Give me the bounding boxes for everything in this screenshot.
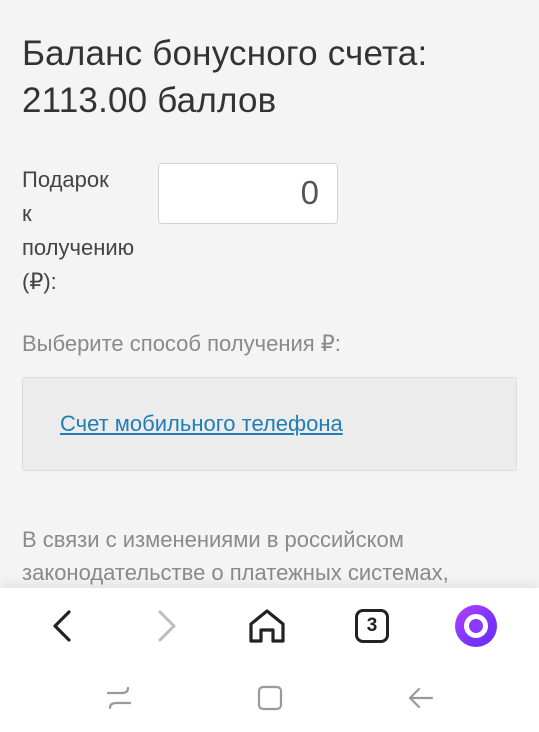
home-icon [249,609,285,643]
forward-icon [158,610,176,642]
legal-notice: В связи с изменениями в российском закон… [22,523,517,588]
page: Баланс бонусного счета: 2113.00 баллов П… [0,0,539,732]
balance-title-line1: Баланс бонусного счета: [22,34,428,73]
gift-label: Подарок к получению (₽): [22,163,150,299]
mobile-account-link[interactable]: Счет мобильного телефона [60,411,343,436]
back-arrow-icon [408,687,434,709]
home-square-button[interactable] [240,664,300,732]
page-content: Баланс бонусного счета: 2113.00 баллов П… [0,0,539,588]
tabs-icon: 3 [355,609,389,643]
gift-label-line: (₽): [22,269,57,294]
recent-apps-icon [106,686,132,710]
notice-line: законодательстве о платежных системах, [22,560,449,585]
gift-row: Подарок к получению (₽): 0 [22,163,517,303]
alice-button[interactable] [446,588,506,664]
method-options-box: Счет мобильного телефона [22,377,517,471]
tab-count-label: 3 [366,615,378,636]
gift-amount-input[interactable]: 0 [158,163,338,224]
recent-apps-button[interactable] [89,664,149,732]
alice-icon [455,605,497,647]
gift-label-line: Подарок [22,167,109,192]
system-back-button[interactable] [391,664,451,732]
home-square-icon [257,685,283,711]
balance-title: Баланс бонусного счета: 2113.00 баллов [22,30,517,124]
browser-toolbar: 3 [0,588,539,664]
balance-title-line2: 2113.00 баллов [22,81,277,120]
forward-button[interactable] [137,588,197,664]
gift-label-line: получению [22,235,135,260]
method-label: Выберите способ получения ₽: [22,331,341,356]
back-icon [53,610,71,642]
alice-ring [464,614,488,638]
gift-label-line: к [22,201,32,226]
system-navigation-bar [0,664,539,732]
back-button[interactable] [32,588,92,664]
notice-line: В связи с изменениями в российском [22,527,404,552]
tabs-button[interactable]: 3 [342,588,402,664]
home-button[interactable] [237,588,297,664]
